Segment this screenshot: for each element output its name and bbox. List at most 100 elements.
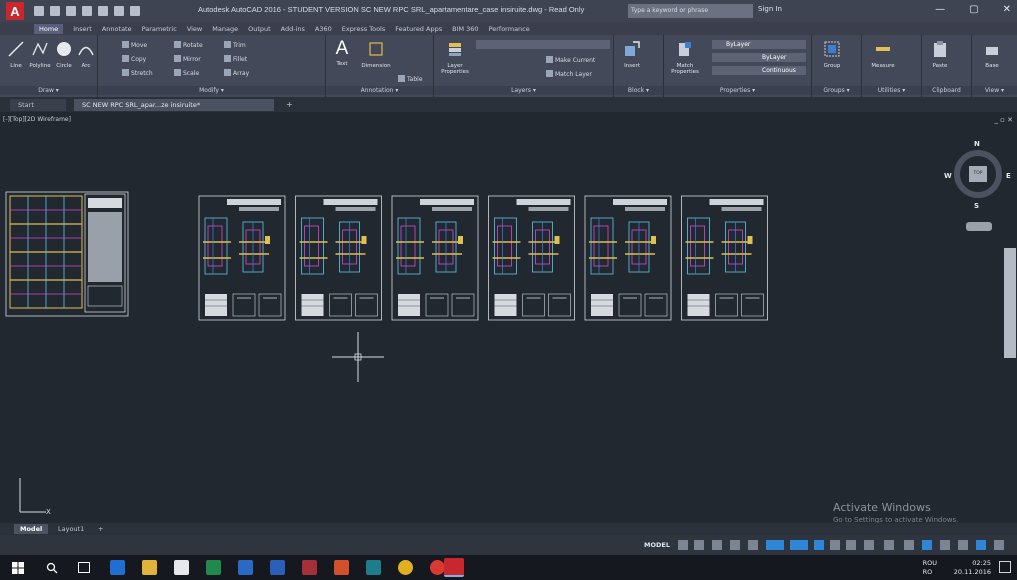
mirror-tool[interactable]: Mirror <box>174 55 201 63</box>
isodraft-icon[interactable] <box>748 540 758 550</box>
open-icon[interactable] <box>50 6 60 16</box>
modify-group-label[interactable]: Modify ▾ <box>98 86 325 95</box>
input-language[interactable]: ROU RO <box>923 559 937 577</box>
workspace-gear-icon[interactable] <box>884 540 894 550</box>
compass-north[interactable]: N <box>974 140 980 148</box>
object-snap-tracking-icon[interactable] <box>766 540 784 550</box>
tab-home[interactable]: Home <box>34 23 64 34</box>
layer-dropdown[interactable] <box>476 40 610 49</box>
paste-tool[interactable]: Paste <box>928 40 952 69</box>
annotation-monitor-icon[interactable] <box>904 540 914 550</box>
stretch-tool[interactable]: Stretch <box>122 69 153 77</box>
groups-group-label[interactable]: Groups ▾ <box>812 86 861 95</box>
scale-tool[interactable]: Scale <box>174 69 199 77</box>
insert-tool[interactable]: Insert <box>620 40 644 69</box>
model-space-toggle[interactable]: MODEL <box>644 541 670 549</box>
new-icon[interactable] <box>34 6 44 16</box>
drawing-tab[interactable]: SC NEW RPC SRL_apar...ze insiruite* <box>74 99 274 111</box>
copy-tool[interactable]: Copy <box>122 55 146 63</box>
array-tool[interactable]: Array <box>224 69 249 77</box>
group-tool[interactable]: Group <box>820 40 844 69</box>
grid-icon[interactable] <box>678 540 688 550</box>
wcs-menu-button[interactable] <box>966 222 992 231</box>
powerpoint-icon[interactable] <box>334 560 349 575</box>
arc-tool[interactable]: Arc <box>74 40 98 69</box>
chrome-2-icon[interactable] <box>430 560 445 575</box>
text-tool[interactable]: A Text <box>330 39 354 67</box>
chrome-icon[interactable] <box>398 560 413 575</box>
base-tool[interactable]: Base <box>980 40 1004 69</box>
utilities-group-label[interactable]: Utilities ▾ <box>862 86 921 95</box>
properties-group-label[interactable]: Properties ▾ <box>664 86 811 95</box>
tab-view[interactable]: View <box>187 25 202 33</box>
match-properties-tool[interactable]: Match Properties <box>668 40 702 75</box>
make-current-tool[interactable]: Make Current <box>546 56 595 64</box>
tab-bim360[interactable]: BIM 360 <box>452 25 478 33</box>
taskbar-clock[interactable]: 02:25 20.11.2016 <box>954 559 991 577</box>
ortho-icon[interactable] <box>712 540 722 550</box>
compass-south[interactable]: S <box>974 202 979 210</box>
outlook-icon[interactable] <box>238 560 253 575</box>
tab-a360[interactable]: A360 <box>315 25 332 33</box>
new-tab-button[interactable]: + <box>282 99 297 111</box>
polyline-tool[interactable]: Polyline <box>28 40 52 69</box>
hardware-acceleration-icon[interactable] <box>994 540 1004 550</box>
block-group-label[interactable]: Block ▾ <box>614 86 663 95</box>
compass-east[interactable]: E <box>1006 172 1011 180</box>
model-tab[interactable]: Model <box>14 524 49 534</box>
color-dropdown[interactable]: ByLayer <box>712 40 806 49</box>
redo-icon[interactable] <box>130 6 140 16</box>
line-tool[interactable]: Line <box>4 40 28 69</box>
plot-icon[interactable] <box>98 6 108 16</box>
isolate-objects-icon[interactable] <box>976 540 986 550</box>
store-icon[interactable] <box>174 560 189 575</box>
tab-output[interactable]: Output <box>248 25 271 33</box>
excel-icon[interactable] <box>206 560 221 575</box>
draw-group-label[interactable]: Draw ▾ <box>0 86 97 95</box>
clipboard-group-label[interactable]: Clipboard <box>922 86 971 95</box>
snap-icon[interactable] <box>694 540 704 550</box>
close-button[interactable]: ✕ <box>1003 4 1011 15</box>
annotation-scale-icon[interactable] <box>830 540 840 550</box>
trim-tool[interactable]: Trim <box>224 41 246 49</box>
tab-annotate[interactable]: Annotate <box>102 25 132 33</box>
access-icon[interactable] <box>302 560 317 575</box>
units-icon[interactable] <box>922 540 932 550</box>
tab-parametric[interactable]: Parametric <box>142 25 177 33</box>
layer-properties-tool[interactable]: Layer Properties <box>440 40 470 75</box>
lineweight-dropdown[interactable]: ByLayer <box>712 53 806 62</box>
viewcube-top-face[interactable]: TOP <box>969 166 987 182</box>
fillet-tool[interactable]: Fillet <box>224 55 247 63</box>
quick-properties-icon[interactable] <box>940 540 950 550</box>
windows-start-icon[interactable] <box>12 562 24 574</box>
dimension-tool[interactable]: Dimension <box>358 40 394 69</box>
file-explorer-icon[interactable] <box>142 560 157 575</box>
edge-icon[interactable] <box>110 560 125 575</box>
maximize-button[interactable]: ▢ <box>969 4 978 15</box>
rotate-tool[interactable]: Rotate <box>174 41 203 49</box>
autocad-logo-icon[interactable]: A <box>6 2 24 20</box>
search-icon[interactable] <box>46 562 58 574</box>
circle-tool[interactable]: Circle <box>52 40 76 69</box>
view-group-label[interactable]: View ▾ <box>972 86 1017 95</box>
lock-ui-icon[interactable] <box>958 540 968 550</box>
layout1-tab[interactable]: Layout1 <box>52 524 90 534</box>
tab-featured-apps[interactable]: Featured Apps <box>395 25 442 33</box>
compass-west[interactable]: W <box>944 172 952 180</box>
viewcube[interactable]: N W E S TOP <box>944 138 1014 218</box>
start-tab[interactable]: Start <box>10 99 66 111</box>
move-tool[interactable]: Move <box>122 41 147 49</box>
undo-icon[interactable] <box>114 6 124 16</box>
object-snap-icon[interactable] <box>790 540 808 550</box>
save-icon[interactable] <box>66 6 76 16</box>
tab-insert[interactable]: Insert <box>73 25 92 33</box>
annotation-group-label[interactable]: Annotation ▾ <box>326 86 433 95</box>
minimize-button[interactable]: — <box>935 4 945 15</box>
tab-manage[interactable]: Manage <box>212 25 238 33</box>
layers-group-label[interactable]: Layers ▾ <box>434 86 613 95</box>
polar-icon[interactable] <box>730 540 740 550</box>
publisher-icon[interactable] <box>366 560 381 575</box>
annotation-visibility-icon[interactable] <box>814 540 824 550</box>
scale-dropdown-icon[interactable] <box>864 540 874 550</box>
match-layer-tool[interactable]: Match Layer <box>546 70 592 78</box>
